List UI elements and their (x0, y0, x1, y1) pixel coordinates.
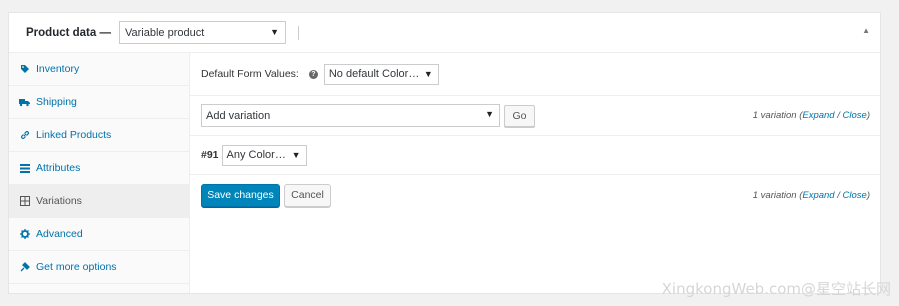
add-variation-select[interactable]: Add variation ▼ (201, 104, 500, 127)
tab-attributes[interactable]: Attributes (9, 152, 189, 185)
add-variation-row: Add variation ▼ Go 1 variation (Expand /… (190, 96, 880, 136)
tab-label: Shipping (36, 96, 77, 108)
expand-link[interactable]: Expand (802, 190, 834, 201)
cancel-button[interactable]: Cancel (284, 183, 331, 207)
default-color-select[interactable]: No default Color… ▼ (323, 63, 439, 85)
variation-row[interactable]: #91 Any Color… ▼ (190, 136, 880, 175)
add-variation-value: Add variation (206, 109, 271, 122)
product-type-value: Variable product (124, 26, 205, 39)
collapse-arrow-icon[interactable]: ▲ (862, 26, 870, 35)
plugin-icon (19, 262, 30, 273)
caret-down-icon: ▼ (270, 27, 279, 37)
watermark: XingkongWeb.com@星空站长网 (661, 280, 891, 298)
variation-color-select[interactable]: Any Color… ▼ (221, 144, 307, 166)
tab-linked-products[interactable]: Linked Products (9, 119, 189, 152)
product-data-tabs: Inventory Shipping Linked Products Attri… (9, 53, 190, 293)
tab-inventory[interactable]: Inventory (9, 53, 189, 86)
caret-down-icon: ▼ (423, 68, 433, 79)
close-link[interactable]: Close (843, 190, 867, 201)
tab-label: Get more options (36, 261, 117, 273)
grid-icon (19, 196, 30, 207)
close-link[interactable]: Close (843, 110, 867, 121)
product-type-select[interactable]: Variable product ▼ (118, 21, 286, 44)
variation-id: #91 (201, 149, 219, 161)
panel-title: Product data — (26, 26, 111, 39)
tab-label: Attributes (36, 162, 81, 174)
tab-get-more-options[interactable]: Get more options (9, 251, 189, 284)
variation-count: 1 variation (Expand / Close) (752, 110, 870, 121)
caret-down-icon: ▼ (485, 109, 494, 119)
gear-icon (19, 229, 30, 240)
go-button[interactable]: Go (504, 104, 535, 127)
list-icon (19, 163, 30, 174)
default-color-value: No default Color… (328, 68, 420, 80)
tab-shipping[interactable]: Shipping (9, 86, 189, 119)
default-form-values-label: Default Form Values: (201, 68, 299, 80)
tab-label: Advanced (36, 228, 83, 240)
expand-link[interactable]: Expand (802, 110, 834, 121)
tab-label: Inventory (36, 63, 80, 75)
caret-down-icon: ▼ (291, 149, 301, 160)
tab-advanced[interactable]: Advanced (9, 218, 189, 251)
link-icon (19, 130, 30, 141)
tab-label: Variations (36, 195, 82, 207)
variations-panel: Default Form Values: ? No default Color…… (190, 53, 880, 293)
panel-header: Product data — Variable product ▼ ▲ (9, 13, 880, 53)
save-changes-button[interactable]: Save changes (201, 183, 280, 207)
tab-variations[interactable]: Variations (9, 185, 189, 218)
default-form-values-row: Default Form Values: ? No default Color…… (190, 53, 880, 96)
variation-color-value: Any Color… (226, 149, 286, 161)
header-divider (297, 25, 299, 40)
product-data-panel: Product data — Variable product ▼ ▲ Inve… (8, 12, 881, 294)
truck-icon (19, 97, 30, 108)
actions-row: Save changes Cancel 1 variation (Expand … (190, 175, 880, 215)
help-icon[interactable]: ? (308, 69, 318, 79)
tab-label: Linked Products (36, 129, 112, 141)
variation-count-bottom: 1 variation (Expand / Close) (752, 189, 870, 201)
tag-icon (19, 64, 30, 75)
